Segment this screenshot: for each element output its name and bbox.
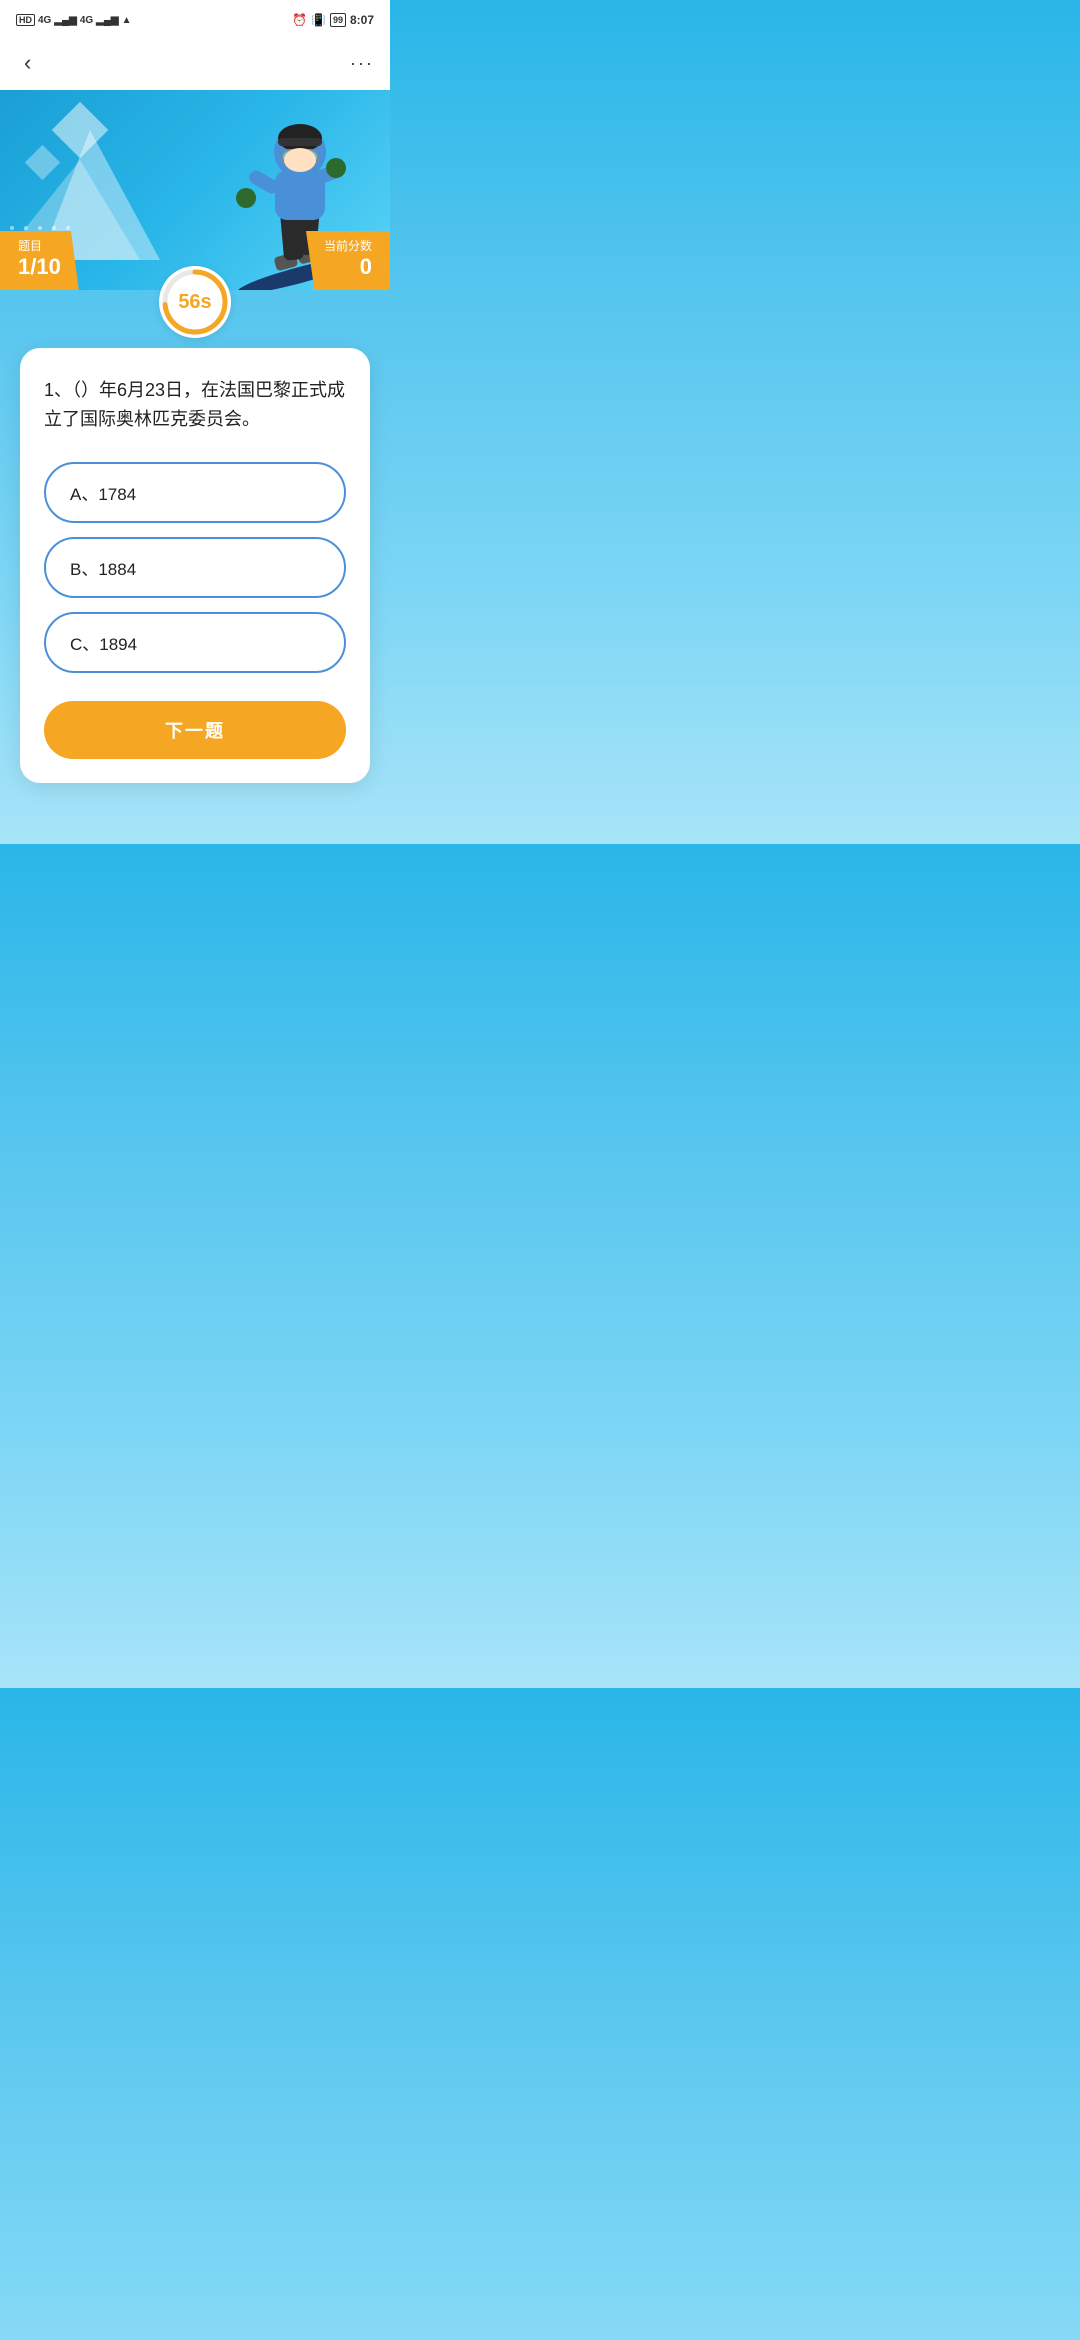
time-display: 8:07 bbox=[350, 13, 374, 27]
vibrate-icon: 📳 bbox=[311, 13, 326, 27]
more-button[interactable]: ··· bbox=[350, 53, 374, 74]
signal-4g-1: 4G bbox=[38, 15, 51, 26]
status-left: HD 4G ▂▄▆ 4G ▂▄▆ ▲ bbox=[16, 14, 132, 26]
status-right: ⏰ 📳 99 8:07 bbox=[292, 13, 374, 27]
wifi-icon: ▲ bbox=[122, 15, 132, 26]
question-text: 1、（）年6月23日，在法国巴黎正式成立了国际奥林匹克委员会。 bbox=[44, 376, 346, 434]
hd-badge: HD bbox=[16, 14, 35, 26]
battery-indicator: 99 bbox=[330, 13, 346, 27]
timer-value: 56s bbox=[178, 291, 211, 314]
signal-bars-1: ▂▄▆ bbox=[54, 15, 76, 26]
hero-banner: 题目 1/10 当前分数 0 bbox=[0, 90, 390, 290]
options-container: A、1784 B、1884 C、1894 bbox=[44, 462, 346, 673]
timer-circle: 56s bbox=[159, 266, 231, 338]
next-question-button[interactable]: 下一题 bbox=[44, 701, 346, 759]
status-bar: HD 4G ▂▄▆ 4G ▂▄▆ ▲ ⏰ 📳 99 8:07 bbox=[0, 0, 390, 36]
question-body: （）年6月23日，在法国巴黎正式成立了国际奥林匹克委员会。 bbox=[44, 380, 345, 429]
nav-bar: ‹ ··· bbox=[0, 36, 390, 90]
quiz-card: 1、（）年6月23日，在法国巴黎正式成立了国际奥林匹克委员会。 A、1784 B… bbox=[20, 348, 370, 783]
option-c[interactable]: C、1894 bbox=[44, 612, 346, 673]
option-a[interactable]: A、1784 bbox=[44, 462, 346, 523]
signal-bars-2: ▂▄▆ bbox=[96, 15, 118, 26]
back-button[interactable]: ‹ bbox=[16, 46, 39, 80]
option-b[interactable]: B、1884 bbox=[44, 537, 346, 598]
signal-4g-2: 4G bbox=[80, 15, 93, 26]
alarm-icon: ⏰ bbox=[292, 13, 307, 27]
timer-container: 56s bbox=[0, 266, 390, 338]
question-number: 1、 bbox=[44, 380, 72, 400]
